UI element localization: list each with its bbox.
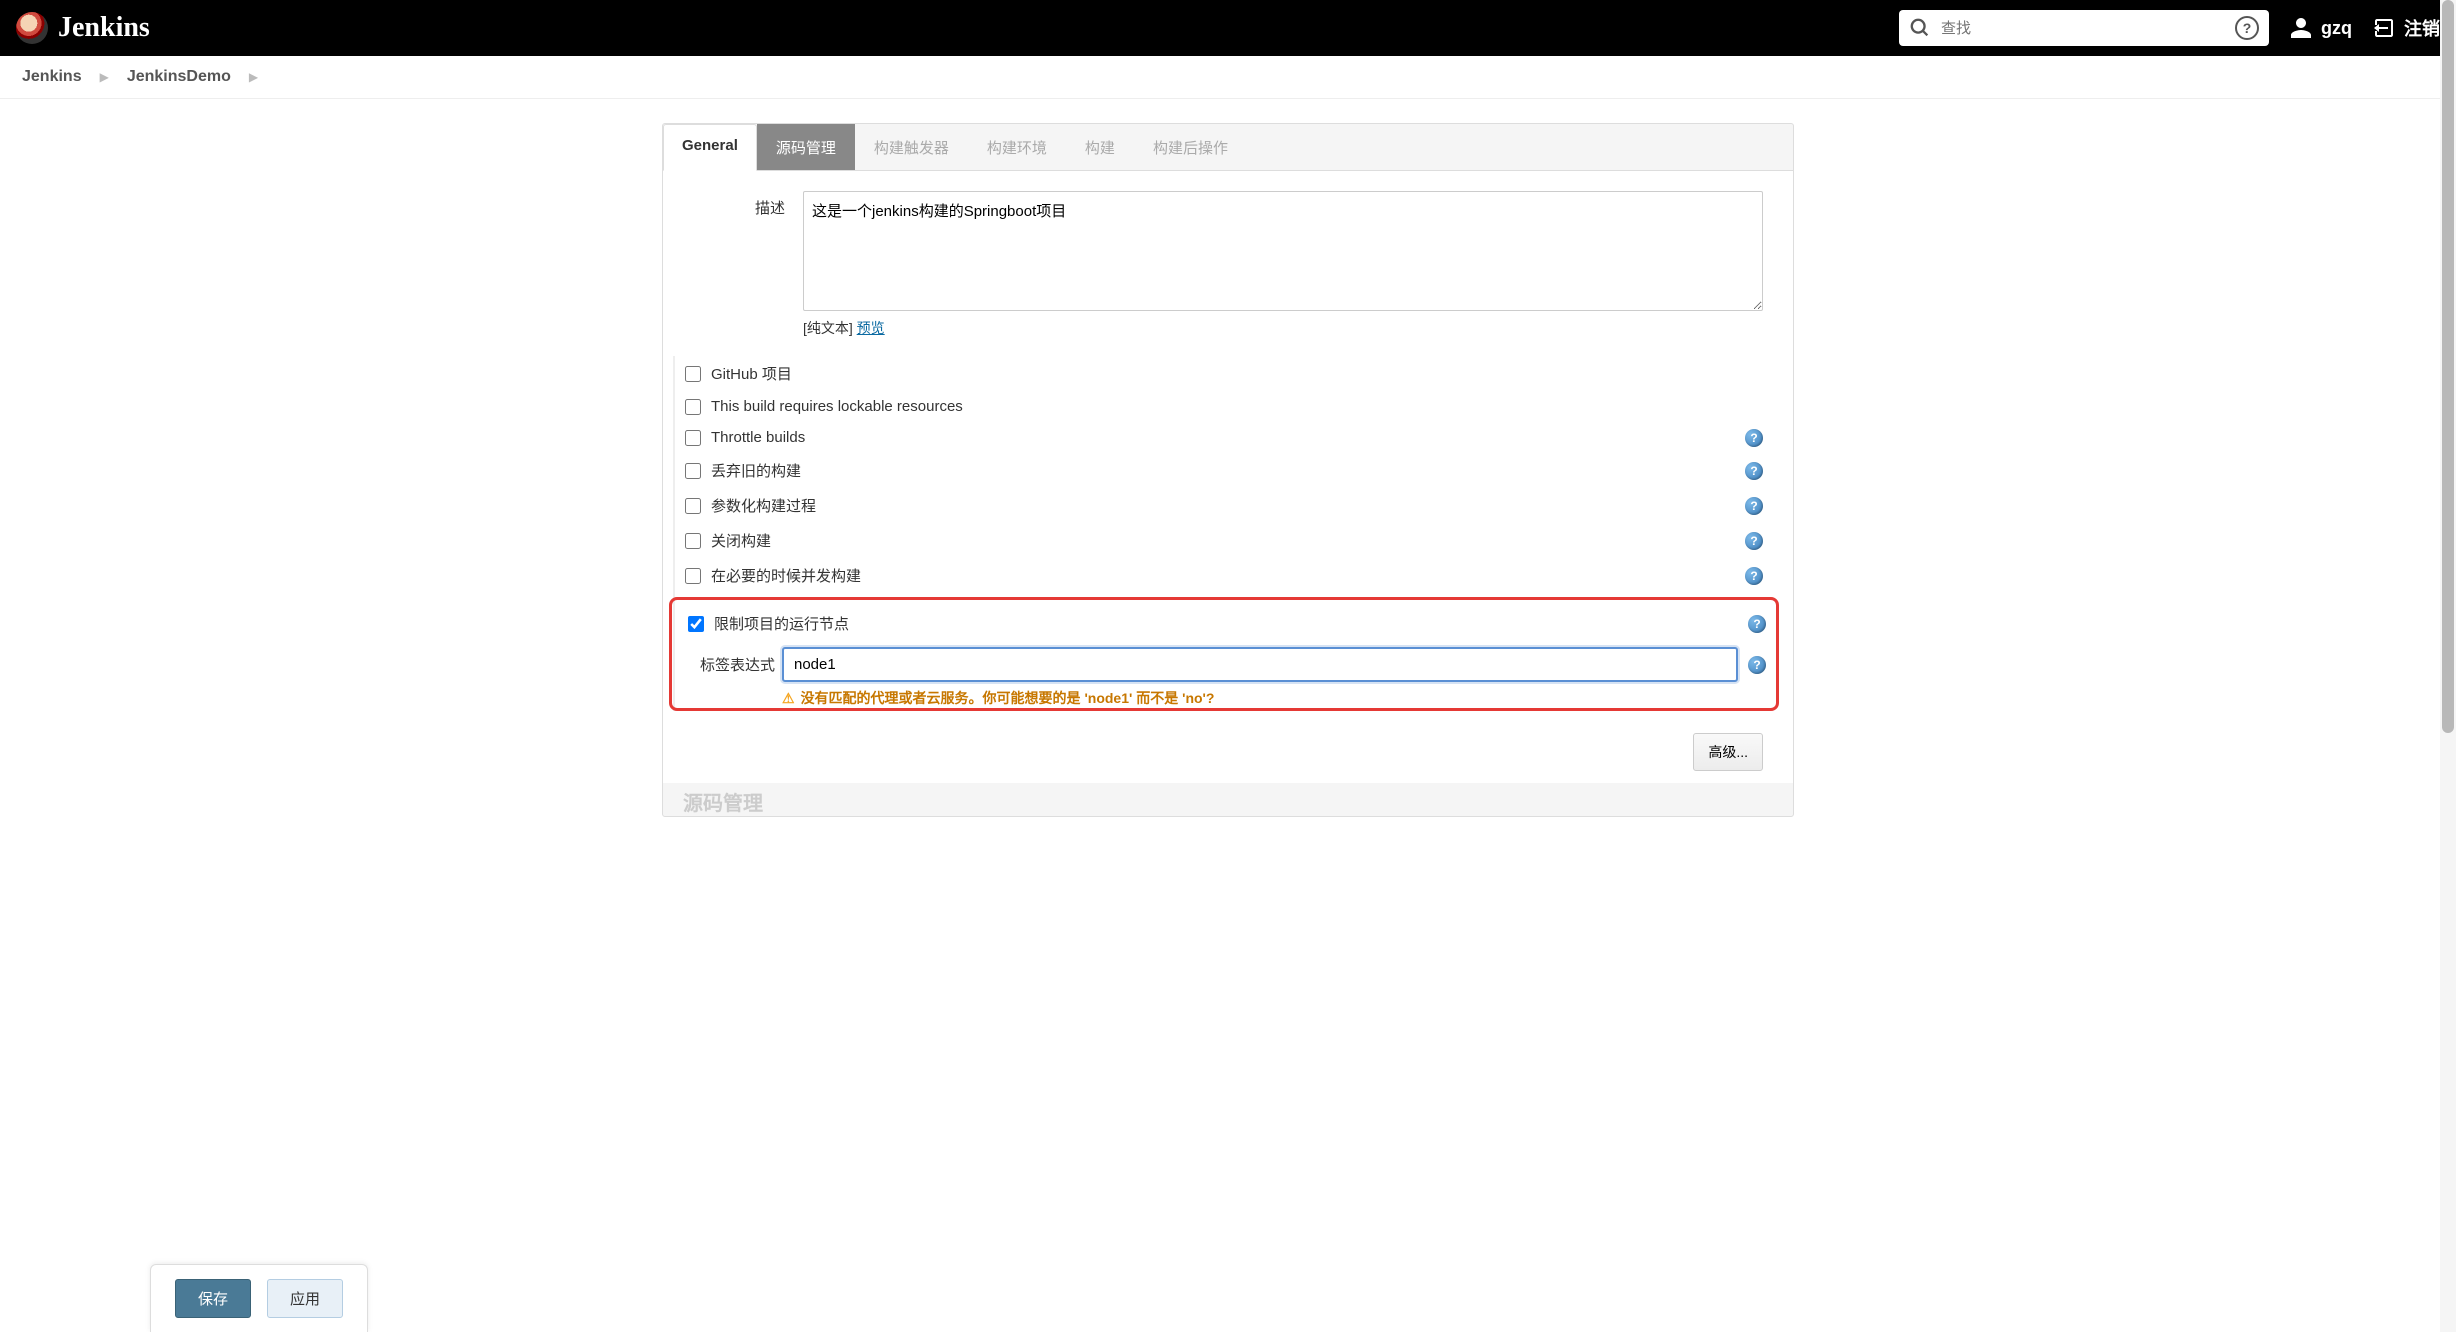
help-icon[interactable]: ? xyxy=(1748,615,1766,633)
checkbox-row-concurrent: 在必要的时候并发构建 ? xyxy=(685,558,1763,593)
checkbox-label[interactable]: Throttle builds xyxy=(711,429,805,446)
help-icon[interactable]: ? xyxy=(1745,567,1763,585)
config-tabs: General 源码管理 构建触发器 构建环境 构建 构建后操作 xyxy=(663,124,1793,171)
tab-scm[interactable]: 源码管理 xyxy=(757,124,855,170)
breadcrumb: Jenkins ▶ JenkinsDemo ▶ xyxy=(0,56,2456,99)
save-button[interactable]: 保存 xyxy=(175,1279,251,1318)
help-icon[interactable]: ? xyxy=(1745,532,1763,550)
config-panel: General 源码管理 构建触发器 构建环境 构建 构建后操作 描述 [纯文本… xyxy=(662,123,1794,817)
checkbox-throttle-builds[interactable] xyxy=(685,430,701,446)
logout-icon xyxy=(2372,16,2396,40)
checkbox-list: GitHub 项目 This build requires lockable r… xyxy=(673,356,1763,711)
scrollbar-thumb[interactable] xyxy=(2442,0,2454,733)
tab-post-build[interactable]: 构建后操作 xyxy=(1134,124,1247,170)
checkbox-label[interactable]: 丢弃旧的构建 xyxy=(711,460,801,481)
preview-link[interactable]: 预览 xyxy=(857,320,885,336)
search-help-icon[interactable]: ? xyxy=(2235,16,2259,40)
user-icon xyxy=(2289,16,2313,40)
jenkins-logo-text[interactable]: Jenkins xyxy=(58,12,150,44)
advanced-button[interactable]: 高级... xyxy=(1693,733,1763,771)
logout-link[interactable]: 注销 xyxy=(2372,15,2440,41)
search-icon xyxy=(1909,17,1931,39)
search-input[interactable] xyxy=(1931,20,2235,37)
search-box[interactable]: ? xyxy=(1899,10,2269,46)
checkbox-lockable-resources[interactable] xyxy=(685,399,701,415)
checkbox-disable-build[interactable] xyxy=(685,533,701,549)
top-header: Jenkins ? gzq 注销 xyxy=(0,0,2456,56)
help-icon[interactable]: ? xyxy=(1745,497,1763,515)
checkbox-row-restrict: 限制项目的运行节点 ? xyxy=(682,606,1766,641)
header-left: Jenkins xyxy=(16,12,150,44)
config-body: 描述 [纯文本] 预览 GitHub 项目 This build require… xyxy=(663,171,1793,721)
tab-triggers[interactable]: 构建触发器 xyxy=(855,124,968,170)
checkbox-row-throttle: Throttle builds ? xyxy=(685,422,1763,453)
tab-general[interactable]: General xyxy=(663,124,757,171)
label-expression-input[interactable] xyxy=(782,647,1738,682)
label-expression-row: 标签表达式 ? xyxy=(682,647,1766,682)
checkbox-row-parameterized: 参数化构建过程 ? xyxy=(685,488,1763,523)
checkbox-label[interactable]: 关闭构建 xyxy=(711,530,771,551)
warning-icon: ⚠ xyxy=(782,690,795,707)
checkbox-label[interactable]: GitHub 项目 xyxy=(711,363,792,384)
checkbox-label[interactable]: 在必要的时候并发构建 xyxy=(711,565,861,586)
checkbox-row-discard: 丢弃旧的构建 ? xyxy=(685,453,1763,488)
label-expression-label: 标签表达式 xyxy=(682,654,782,675)
user-link[interactable]: gzq xyxy=(2289,16,2352,40)
username-label: gzq xyxy=(2321,18,2352,39)
checkbox-concurrent-build[interactable] xyxy=(685,568,701,584)
help-icon[interactable]: ? xyxy=(1745,462,1763,480)
checkbox-restrict-node[interactable] xyxy=(688,616,704,632)
description-hint: [纯文本] 预览 xyxy=(803,318,1763,338)
main-content: General 源码管理 构建触发器 构建环境 构建 构建后操作 描述 [纯文本… xyxy=(652,123,1804,817)
description-row: 描述 [纯文本] 预览 xyxy=(673,191,1763,338)
header-right: ? gzq 注销 xyxy=(1899,10,2440,46)
breadcrumb-item-jenkins[interactable]: Jenkins xyxy=(22,68,82,86)
chevron-right-icon: ▶ xyxy=(100,70,109,84)
warning-text: 没有匹配的代理或者云服务。你可能想要的是 'node1' 而不是 'no'? xyxy=(801,688,1215,708)
checkbox-label[interactable]: 参数化构建过程 xyxy=(711,495,816,516)
restrict-node-highlight: 限制项目的运行节点 ? 标签表达式 ? ⚠ 没有匹配的代理或者云服务。你可能想要… xyxy=(669,597,1779,711)
help-icon[interactable]: ? xyxy=(1745,429,1763,447)
apply-button[interactable]: 应用 xyxy=(267,1279,343,1318)
bottom-action-bar: 保存 应用 xyxy=(150,1264,368,1332)
advanced-row: 高级... xyxy=(663,721,1793,783)
checkbox-label[interactable]: This build requires lockable resources xyxy=(711,398,963,415)
plain-text-label: [纯文本] xyxy=(803,320,857,336)
vertical-scrollbar[interactable] xyxy=(2440,0,2456,1332)
breadcrumb-item-project[interactable]: JenkinsDemo xyxy=(127,68,231,86)
checkbox-discard-old-builds[interactable] xyxy=(685,463,701,479)
checkbox-row-github: GitHub 项目 xyxy=(685,356,1763,391)
checkbox-row-lockable: This build requires lockable resources xyxy=(685,391,1763,422)
checkbox-row-disable: 关闭构建 ? xyxy=(685,523,1763,558)
checkbox-parameterized-build[interactable] xyxy=(685,498,701,514)
help-icon[interactable]: ? xyxy=(1748,656,1766,674)
checkbox-github-project[interactable] xyxy=(685,366,701,382)
description-textarea[interactable] xyxy=(803,191,1763,311)
description-label: 描述 xyxy=(673,191,803,218)
label-expression-warning: ⚠ 没有匹配的代理或者云服务。你可能想要的是 'node1' 而不是 'no'? xyxy=(682,688,1766,708)
chevron-right-icon: ▶ xyxy=(249,70,258,84)
tab-build-env[interactable]: 构建环境 xyxy=(968,124,1066,170)
jenkins-logo-icon[interactable] xyxy=(16,12,48,44)
tab-build[interactable]: 构建 xyxy=(1066,124,1134,170)
next-section-heading: 源码管理 xyxy=(663,783,1793,816)
checkbox-label[interactable]: 限制项目的运行节点 xyxy=(714,613,849,634)
logout-label: 注销 xyxy=(2404,15,2440,41)
